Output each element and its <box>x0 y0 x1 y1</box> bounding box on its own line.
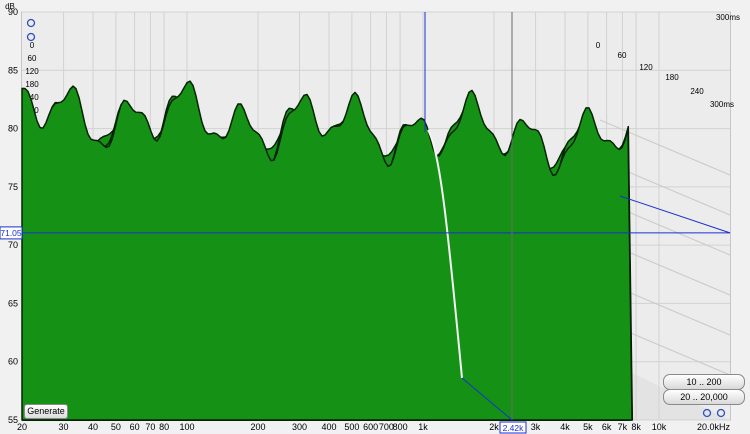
x-tick-label: 100 <box>179 422 194 432</box>
x-tick-label: 2k <box>489 422 499 432</box>
x-tick-label: 600 <box>363 422 378 432</box>
level-readout: 71.05 <box>0 228 22 238</box>
time-tick-label: 0 <box>596 41 601 50</box>
time-tick-label: 180 <box>665 73 679 82</box>
left-time-label: 0 <box>30 41 35 50</box>
left-time-label: 120 <box>25 67 39 76</box>
left-time-label: 180 <box>25 80 39 89</box>
time-tick-label: 300ms <box>710 100 734 109</box>
x-tick-label: 200 <box>250 422 265 432</box>
zoom-in-icon[interactable] <box>26 18 36 28</box>
generate-button[interactable]: Generate <box>24 404 68 419</box>
x-tick-label: 400 <box>322 422 337 432</box>
x-tick-label: 80 <box>159 422 169 432</box>
x-tick-label: 60 <box>130 422 140 432</box>
x-tick-label: 300 <box>292 422 307 432</box>
x-tick-label: 50 <box>111 422 121 432</box>
x-tick-label: 500 <box>344 422 359 432</box>
x-tick-label: 5k <box>583 422 593 432</box>
x-tick-label: 800 <box>393 422 408 432</box>
y-tick-label: 60 <box>8 357 18 367</box>
zoom-out-icon[interactable] <box>26 32 36 42</box>
y-tick-label: 75 <box>8 182 18 192</box>
x-tick-label: 10k <box>652 422 667 432</box>
x-tick-label: 70 <box>145 422 155 432</box>
x-tick-label: 30 <box>59 422 69 432</box>
x-tick-label: 1k <box>418 422 428 432</box>
y-tick-label: 80 <box>8 124 18 134</box>
range-20-20000-button[interactable]: 20 .. 20,000 <box>663 389 745 405</box>
time-tick-label: 120 <box>639 63 653 72</box>
y-tick-label: 85 <box>8 65 18 75</box>
y-tick-label: 70 <box>8 240 18 250</box>
x-zoom-out-icon[interactable] <box>716 408 726 418</box>
x-tick-label: 20.0kHz <box>697 422 731 432</box>
waterfall-chart[interactable]: 20 30 40 50 60 70 80 100 200 300 400 500 600 700800 1k… <box>0 0 750 434</box>
time-tick-label: 240 <box>690 87 704 96</box>
x-tick-label: 6k <box>602 422 612 432</box>
freq-readout: 2.42k <box>503 423 525 433</box>
x-tick-label: 4k <box>560 422 570 432</box>
x-tick-label: 3k <box>531 422 541 432</box>
x-tick-label: 20 <box>17 422 27 432</box>
waterfall-plot-window: 20 30 40 50 60 70 80 100 200 300 400 500 600 700 800 1k… <box>0 0 750 434</box>
y-tick-label: 65 <box>8 298 18 308</box>
time-tick-label: 60 <box>618 51 627 60</box>
y-unit-label: dB <box>5 2 15 11</box>
x-tick-label: 8k <box>631 422 641 432</box>
x-zoom-in-icon[interactable] <box>702 408 712 418</box>
left-time-label: 60 <box>28 54 37 63</box>
y-tick-label: 55 <box>8 415 18 425</box>
range-10-200-button[interactable]: 10 .. 200 <box>663 374 745 390</box>
x-tick-label: 40 <box>88 422 98 432</box>
x-tick-label: 7k <box>618 422 628 432</box>
time-tick-label: 300ms <box>716 13 740 22</box>
